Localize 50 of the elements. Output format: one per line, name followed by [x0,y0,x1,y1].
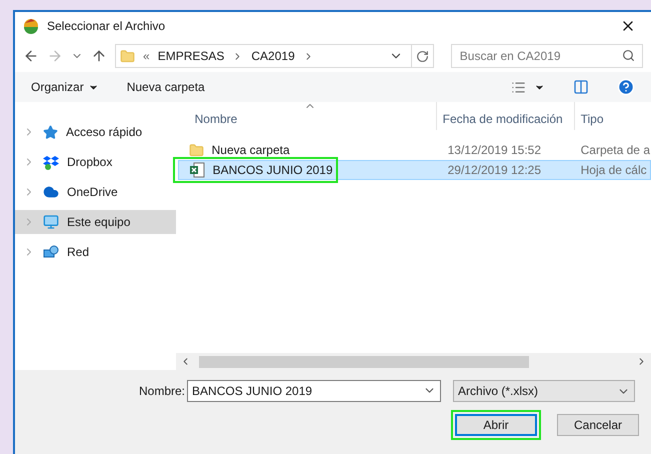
refresh-icon[interactable] [416,50,429,62]
star-icon [43,124,58,140]
file-type: Carpeta de a [580,142,650,159]
file-name: BANCOS JUNIO 2019 [212,162,333,179]
search-field[interactable]: Buscar en CA2019 [450,44,643,68]
sidebar-item[interactable]: OneDrive [15,180,176,204]
organize-menu[interactable]: Organizar [31,78,99,96]
file-type: Hoja de cálc [580,162,648,179]
up-button[interactable] [91,48,107,64]
network-icon [43,244,59,260]
file-row[interactable]: Nueva carpeta 13/12/2019 15:52 Carpeta de a [178,140,651,160]
dropbox-icon [43,154,59,170]
sidebar-item[interactable]: Acceso rápido [15,120,176,144]
cloud-icon [43,184,59,200]
file-type-dropdown[interactable]: Archivo (*.xlsx) [453,380,636,402]
new-folder-button[interactable]: Nueva carpeta [126,78,205,96]
column-header[interactable]: Fecha de modificación [436,102,575,130]
help-button[interactable] [617,78,635,96]
folder-icon [120,48,135,64]
preview-pane-button[interactable] [573,79,589,95]
modified-date: 29/12/2019 12:25 [446,162,542,179]
filename-field[interactable]: BANCOS JUNIO 2019 [187,380,442,402]
window-title: Seleccionar el Archivo [47,18,166,35]
breadcrumb-item[interactable]: EMPRESAS [158,47,224,65]
column-header[interactable]: Tipo [574,102,651,130]
search-icon [622,49,635,62]
sidebar-item[interactable]: Este equipo [15,210,176,234]
computer-icon [43,214,59,230]
arrow-right-icon [47,48,63,64]
breadcrumb-item[interactable]: CA2019 [251,47,295,65]
address-bar[interactable]: « EMPRESAS CA2019 [115,44,434,68]
sidebar-item[interactable]: Dropbox [15,150,176,174]
dialog-button[interactable]: Abrir [455,414,537,436]
back-button[interactable] [23,48,39,64]
folder-icon [188,142,204,158]
file-name: Nueva carpeta [212,142,290,159]
modified-date: 13/12/2019 15:52 [446,142,542,159]
scrollbar-thumb[interactable] [198,356,529,368]
sidebar-item[interactable]: Red [15,240,176,264]
filename-label: Nombre: [139,383,186,400]
spreadsheet-icon [188,162,205,178]
help-icon [617,78,635,96]
app-logo-icon [23,18,39,34]
dialog-button[interactable]: Cancelar [557,414,639,436]
pane-icon [573,79,589,95]
view-options-button[interactable] [511,80,545,94]
list-view-icon [511,80,526,94]
overflow-chevron[interactable]: « [143,47,150,65]
horizontal-scrollbar[interactable] [176,353,651,370]
column-header[interactable]: Nombre [176,102,238,130]
